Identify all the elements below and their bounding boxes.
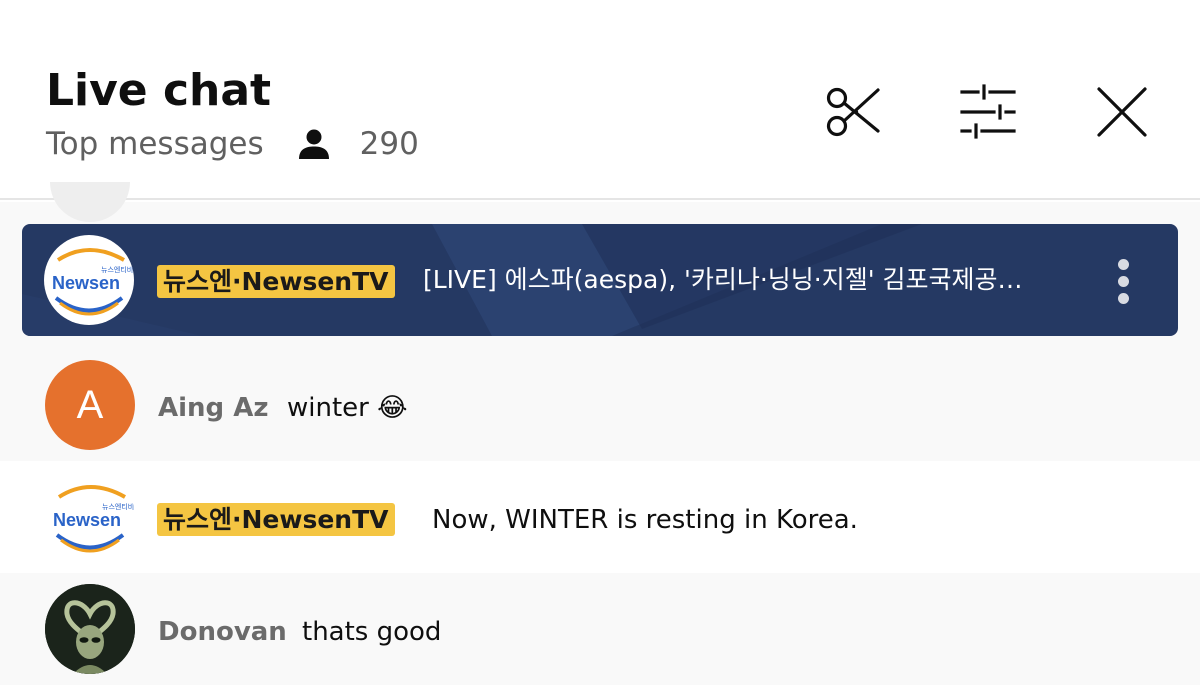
pinned-message-text: [LIVE] 에스파(aespa), '카리나·닝닝·지젤' 김포국제공… xyxy=(423,265,1023,294)
chat-mode-row: Top messages 290 xyxy=(46,124,419,164)
viewer-count: 290 xyxy=(359,126,419,162)
more-options-button[interactable] xyxy=(1103,251,1143,311)
chat-settings-button[interactable] xyxy=(960,84,1016,140)
avatar xyxy=(50,182,130,222)
more-vert-icon xyxy=(1117,258,1129,270)
sliders-icon xyxy=(960,84,1016,139)
author-name[interactable]: Donovan xyxy=(158,615,287,649)
list-item[interactable]: 뉴스엔티비 Newsen 뉴스엔·NewsenTV Now, WINTER is… xyxy=(0,461,1200,573)
message-text: winter 😂 xyxy=(287,393,408,423)
scissors-icon xyxy=(826,87,880,137)
alien-heart-avatar-icon xyxy=(45,584,135,674)
list-item[interactable]: Donovan thats good xyxy=(0,573,1200,685)
list-item[interactable]: A Aing Az winter 😂 xyxy=(0,349,1200,461)
author-name[interactable]: Aing Az xyxy=(158,391,268,425)
chat-messages[interactable]: 뉴스엔티비 Newsen 뉴스엔·NewsenTV [LIVE] 에스파(aes… xyxy=(0,182,1200,685)
newsen-logo-avatar[interactable]: 뉴스엔티비 Newsen xyxy=(44,235,134,325)
close-button[interactable] xyxy=(1094,84,1150,140)
svg-text:Newsen: Newsen xyxy=(52,273,120,293)
svg-text:Newsen: Newsen xyxy=(53,510,121,530)
newsen-logo-icon: 뉴스엔티비 Newsen xyxy=(52,248,133,316)
chat-mode-selector[interactable]: Top messages xyxy=(46,124,264,164)
message-text: thats good xyxy=(302,617,442,647)
avatar[interactable] xyxy=(45,584,135,674)
avatar[interactable]: A xyxy=(45,360,135,450)
newsen-logo-icon: 뉴스엔티비 Newsen xyxy=(53,485,134,553)
page-title: Live chat xyxy=(46,65,272,116)
owner-author-chip[interactable]: 뉴스엔·NewsenTV xyxy=(157,265,395,298)
close-icon xyxy=(1097,87,1147,137)
owner-author-chip[interactable]: 뉴스엔·NewsenTV xyxy=(157,503,395,536)
message-text: Now, WINTER is resting in Korea. xyxy=(432,505,858,535)
person-icon xyxy=(298,129,329,159)
pinned-message-banner[interactable]: 뉴스엔티비 Newsen 뉴스엔·NewsenTV [LIVE] 에스파(aes… xyxy=(22,224,1178,336)
newsen-logo-avatar[interactable]: 뉴스엔티비 Newsen xyxy=(45,472,135,562)
chat-header: Live chat Top messages 290 xyxy=(0,0,1200,200)
clip-button[interactable] xyxy=(825,84,881,140)
